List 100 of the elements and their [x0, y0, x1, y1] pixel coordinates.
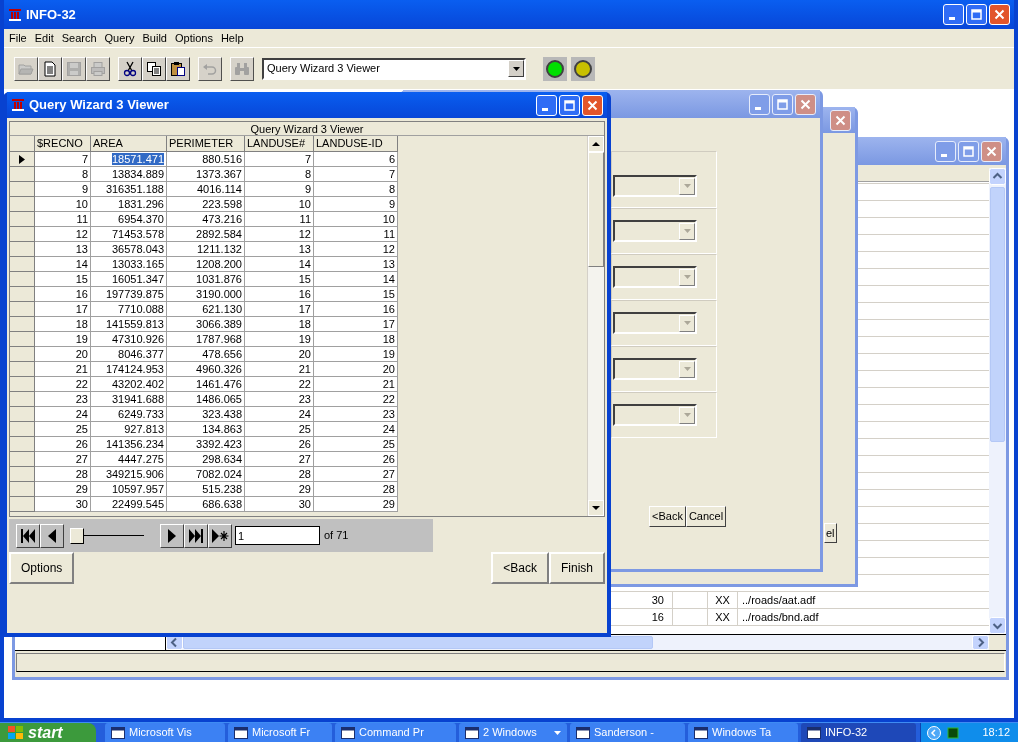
nav-button[interactable] [184, 523, 208, 548]
table-cell[interactable]: 13 [314, 257, 398, 272]
table-cell[interactable]: 28 [245, 467, 314, 482]
table-cell[interactable]: 7 [314, 167, 398, 182]
table-cell[interactable]: 22499.545 [91, 497, 167, 512]
table-cell[interactable]: 27 [314, 467, 398, 482]
table-cell[interactable]: 29 [35, 482, 91, 497]
table-cell[interactable]: 478.656 [167, 347, 245, 362]
table-cell[interactable]: 1461.476 [167, 377, 245, 392]
table-cell[interactable]: 18 [35, 317, 91, 332]
table-cell[interactable]: 8 [35, 167, 91, 182]
table-cell[interactable]: 26 [35, 437, 91, 452]
table-cell[interactable]: 13 [35, 242, 91, 257]
table-cell[interactable]: 7082.024 [167, 467, 245, 482]
table-cell[interactable]: 927.813 [91, 422, 167, 437]
table-cell[interactable]: 47310.926 [91, 332, 167, 347]
table-cell[interactable]: 1208.200 [167, 257, 245, 272]
table-cell[interactable]: 36578.043 [91, 242, 167, 257]
close-button[interactable] [830, 109, 851, 131]
table-cell[interactable]: 28 [314, 482, 398, 497]
table-cell[interactable]: 3392.423 [167, 437, 245, 452]
table-cell[interactable]: 7 [35, 152, 91, 167]
table-cell[interactable]: 26 [314, 452, 398, 467]
table-cell[interactable]: 10 [245, 197, 314, 212]
maximize-button[interactable] [958, 140, 979, 162]
scroll-right-icon[interactable] [972, 635, 989, 650]
table-cell[interactable]: 12 [35, 227, 91, 242]
button[interactable]: Options [9, 552, 75, 584]
table-cell[interactable]: 11 [35, 212, 91, 227]
table-cell[interactable]: 24 [245, 407, 314, 422]
column-header[interactable]: AREA [91, 136, 167, 152]
scroll-down-icon[interactable] [588, 500, 604, 516]
table-cell[interactable]: 4447.275 [91, 452, 167, 467]
table-cell[interactable]: 323.438 [167, 407, 245, 422]
table-cell[interactable]: 223.598 [167, 197, 245, 212]
scroll-down-icon[interactable] [989, 617, 1006, 634]
table-cell[interactable]: 13 [245, 242, 314, 257]
table-cell[interactable]: 23 [35, 392, 91, 407]
table-cell[interactable]: 3190.000 [167, 287, 245, 302]
toolbar-button[interactable] [118, 56, 142, 81]
table-cell[interactable]: 10 [35, 197, 91, 212]
scroll-up-icon[interactable] [588, 136, 604, 152]
chevron-icon[interactable] [927, 725, 941, 740]
table-cell[interactable]: 349215.906 [91, 467, 167, 482]
table-cell[interactable]: 13834.889 [91, 167, 167, 182]
table-cell[interactable]: 21 [245, 362, 314, 377]
table-cell[interactable]: 25 [314, 437, 398, 452]
table-cell[interactable]: 18 [245, 317, 314, 332]
table-cell[interactable]: 1486.065 [167, 392, 245, 407]
button[interactable]: Finish [549, 552, 605, 584]
menu-item[interactable]: Options [171, 29, 217, 47]
minimize-button[interactable] [935, 140, 956, 162]
table-cell[interactable]: 17 [35, 302, 91, 317]
table-cell[interactable]: 27 [245, 452, 314, 467]
record-field[interactable]: 1 [235, 526, 320, 545]
table-cell[interactable]: 4016.114 [167, 182, 245, 197]
table-cell[interactable]: 23 [314, 407, 398, 422]
table-cell[interactable]: 43202.402 [91, 377, 167, 392]
table-cell[interactable]: 21 [35, 362, 91, 377]
nav-button[interactable] [16, 523, 40, 548]
table-cell[interactable]: 515.238 [167, 482, 245, 497]
toolbar-button[interactable] [38, 56, 62, 81]
taskbar-button[interactable]: Microsoft Fr [228, 723, 332, 742]
menu-item[interactable]: Edit [30, 29, 58, 47]
maximize-button[interactable] [772, 93, 793, 115]
table-cell[interactable]: 12 [245, 227, 314, 242]
column-header[interactable]: LANDUSE-ID [314, 136, 398, 152]
table-cell[interactable]: 134.863 [167, 422, 245, 437]
table-cell[interactable]: 16 [314, 302, 398, 317]
table-cell[interactable]: 15 [245, 272, 314, 287]
table-cell[interactable]: 25 [245, 422, 314, 437]
button[interactable]: Cancel [685, 506, 727, 527]
table-cell[interactable]: 9 [314, 197, 398, 212]
table-cell[interactable]: 26 [245, 437, 314, 452]
table-cell[interactable]: 21 [314, 377, 398, 392]
scrollbar[interactable] [166, 635, 989, 650]
table-cell[interactable]: 71453.578 [91, 227, 167, 242]
table-cell[interactable]: 11 [314, 227, 398, 242]
table-cell[interactable]: 29 [314, 497, 398, 512]
table-cell[interactable]: 197739.875 [91, 287, 167, 302]
network-icon[interactable] [947, 726, 959, 739]
nav-button[interactable] [208, 523, 232, 548]
table-cell[interactable]: 28 [35, 467, 91, 482]
table-cell[interactable]: 13033.165 [91, 257, 167, 272]
table-cell[interactable]: 8 [314, 182, 398, 197]
menu-item[interactable]: File [5, 29, 31, 47]
table-cell[interactable]: 14 [35, 257, 91, 272]
table-cell[interactable]: 9 [245, 182, 314, 197]
table-cell[interactable]: 298.634 [167, 452, 245, 467]
close-button[interactable] [981, 140, 1002, 162]
scroll-up-icon[interactable] [989, 168, 1006, 185]
taskbar-button[interactable]: Microsoft Vis [105, 723, 225, 742]
table-cell[interactable]: 14 [314, 272, 398, 287]
table-cell[interactable]: 18 [314, 332, 398, 347]
table-cell[interactable]: 23 [245, 392, 314, 407]
table-cell[interactable]: 1373.367 [167, 167, 245, 182]
table-cell[interactable]: 7 [245, 152, 314, 167]
table-cell[interactable]: 19 [314, 347, 398, 362]
taskbar-button[interactable]: 2 Windows [459, 723, 567, 742]
view-dropdown[interactable]: Query Wizard 3 Viewer [262, 57, 526, 80]
